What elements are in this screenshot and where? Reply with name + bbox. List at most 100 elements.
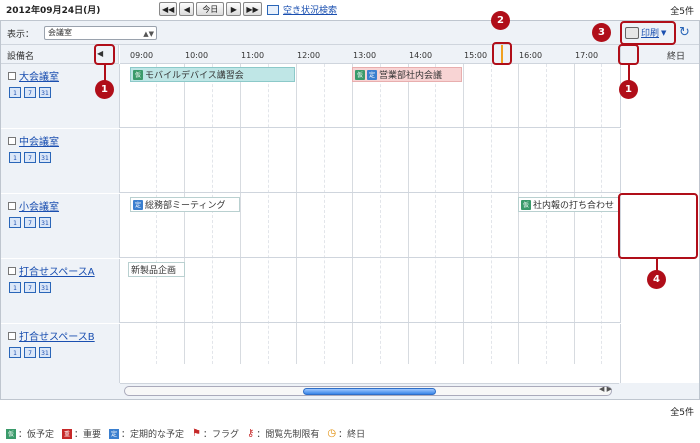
facility-row: 打合せスペースA 1 7 31 新製品企画 <box>1 259 699 323</box>
callout-connector <box>104 65 106 81</box>
scrollbar-thumb[interactable] <box>303 388 436 395</box>
time-tick: 12:00 <box>297 51 321 60</box>
day-view-icon[interactable]: 1 <box>9 152 21 163</box>
display-label: 表示： <box>7 30 35 40</box>
event-item[interactable]: 仮 社内報の打ち合わせ <box>518 197 619 212</box>
tentative-icon: 仮 <box>355 69 365 80</box>
legend-item: ⚑ ：フラグ <box>192 428 240 440</box>
flag-icon: ⚑ <box>192 428 202 439</box>
facility-name-cell: 小会議室 1 7 31 <box>1 194 120 258</box>
recurring-icon: 定 <box>367 69 377 80</box>
month-view-icon[interactable]: 31 <box>39 87 51 98</box>
allday-cell[interactable] <box>620 129 699 193</box>
facility-link[interactable]: 大会議室 <box>19 68 59 83</box>
month-view-icon[interactable]: 31 <box>39 217 51 228</box>
refresh-icon[interactable]: ↻ <box>679 25 690 40</box>
recurring-icon: 定 <box>133 199 143 210</box>
top-bar: 2012年09月24日(月) ◀◀ ◀ 今日 ▶ ▶▶ 空き状況検索 全5件 <box>0 0 700 18</box>
date-navigation: ◀◀ ◀ 今日 ▶ ▶▶ <box>159 2 262 16</box>
callout-badge: 4 <box>647 270 666 289</box>
legend: 仮：仮予定 重：重要 定：定期的な予定 ⚑ ：フラグ ⚷ ：閲覧先制限有 ◷ ：終日 <box>6 427 365 440</box>
facility-name-cell: 打合せスペースA 1 7 31 <box>1 259 120 323</box>
legend-item: ◷ ：終日 <box>327 428 366 440</box>
facility-link[interactable]: 打合せスペースA <box>19 263 95 278</box>
facility-row: 中会議室 1 7 31 <box>1 129 699 193</box>
facility-name-cell: 中会議室 1 7 31 <box>1 129 120 193</box>
allday-cell[interactable] <box>620 324 699 383</box>
prev-day-button[interactable]: ◀ <box>179 2 195 16</box>
tentative-icon: 仮 <box>521 199 531 210</box>
callout-badge: 1 <box>95 80 114 99</box>
time-tick: 15:00 <box>464 51 488 60</box>
next-day-button[interactable]: ▶ <box>226 2 242 16</box>
legend-item: 定：定期的な予定 <box>109 428 185 440</box>
time-tick: 11:00 <box>241 51 265 60</box>
legend-item: 仮：仮予定 <box>6 428 55 440</box>
month-view-icon[interactable]: 31 <box>39 282 51 293</box>
recurring-icon: 定 <box>109 428 120 439</box>
facility-link[interactable]: 打合せスペースB <box>19 328 95 343</box>
time-header: 09:00 10:00 11:00 12:00 13:00 14:00 15:0… <box>120 45 619 64</box>
facility-checkbox[interactable] <box>8 136 16 145</box>
time-tick: 16:00 <box>519 51 543 60</box>
facility-link[interactable]: 中会議室 <box>19 133 59 148</box>
event-item[interactable]: 新製品企画 <box>128 262 185 277</box>
month-view-icon[interactable]: 31 <box>39 152 51 163</box>
key-icon: ⚷ <box>247 428 255 439</box>
facility-row: 小会議室 1 7 31 定 総務部ミーティング 仮 社内報の打ち合わせ <box>1 194 699 258</box>
time-tick: 13:00 <box>353 51 377 60</box>
facility-link[interactable]: 小会議室 <box>19 198 59 213</box>
week-view-icon[interactable]: 7 <box>24 347 36 358</box>
legend-item: 重：重要 <box>62 428 102 440</box>
select-arrow-icon: ▲▼ <box>143 30 154 38</box>
time-tick: 17:00 <box>575 51 599 60</box>
highlight-scroll-right <box>618 44 639 65</box>
legend-item: ⚷ ：閲覧先制限有 <box>247 428 320 440</box>
facility-group-select[interactable]: 会議室 ▲▼ <box>44 26 157 40</box>
day-view-icon[interactable]: 1 <box>9 217 21 228</box>
day-view-icon[interactable]: 1 <box>9 87 21 98</box>
week-view-icon[interactable]: 7 <box>24 282 36 293</box>
availability-search-link[interactable]: 空き状況検索 <box>283 3 337 16</box>
event-item[interactable]: 仮 定 営業部社内会議 <box>352 67 462 82</box>
callout-badge: 1 <box>619 80 638 99</box>
total-count-bottom: 全5件 <box>670 408 694 418</box>
allday-cell[interactable] <box>620 259 699 323</box>
time-tick: 10:00 <box>185 51 209 60</box>
callout-badge: 3 <box>592 23 611 42</box>
week-view-icon[interactable]: 7 <box>24 152 36 163</box>
highlight-print <box>620 21 676 45</box>
current-date: 2012年09月24日(月) <box>6 6 101 16</box>
highlight-scroll-left <box>94 44 115 65</box>
callout-badge: 2 <box>491 11 510 30</box>
event-item[interactable]: 定 総務部ミーティング <box>130 197 240 212</box>
facility-checkbox[interactable] <box>8 266 16 275</box>
clock-icon: ◷ <box>327 428 337 439</box>
availability-search[interactable]: 空き状況検索 <box>267 3 337 16</box>
facility-checkbox[interactable] <box>8 71 16 80</box>
total-count-top: 全5件 <box>670 7 694 17</box>
scrollbar-arrows-icon[interactable]: ◀ ▶ <box>599 385 612 393</box>
day-view-icon[interactable]: 1 <box>9 347 21 358</box>
facility-row: 打合せスペースB 1 7 31 <box>1 324 699 383</box>
facility-checkbox[interactable] <box>8 331 16 340</box>
tentative-icon: 仮 <box>133 69 143 80</box>
time-tick: 09:00 <box>130 51 154 60</box>
horizontal-scrollbar[interactable] <box>120 383 619 397</box>
scrollbar-track[interactable] <box>124 386 612 396</box>
facility-name-cell: 打合せスペースB 1 7 31 <box>1 324 120 383</box>
time-tick: 14:00 <box>409 51 433 60</box>
today-button[interactable]: 今日 <box>196 2 225 16</box>
prev-week-button[interactable]: ◀◀ <box>159 2 178 16</box>
important-icon: 重 <box>62 428 73 439</box>
week-view-icon[interactable]: 7 <box>24 87 36 98</box>
window-icon <box>267 4 279 15</box>
tentative-icon: 仮 <box>6 428 16 439</box>
event-item[interactable]: 仮 モバイルデバイス講習会 <box>130 67 295 82</box>
week-view-icon[interactable]: 7 <box>24 217 36 228</box>
next-week-button[interactable]: ▶▶ <box>243 2 262 16</box>
month-view-icon[interactable]: 31 <box>39 347 51 358</box>
highlight-allday-cell <box>618 193 698 259</box>
day-view-icon[interactable]: 1 <box>9 282 21 293</box>
facility-checkbox[interactable] <box>8 201 16 210</box>
